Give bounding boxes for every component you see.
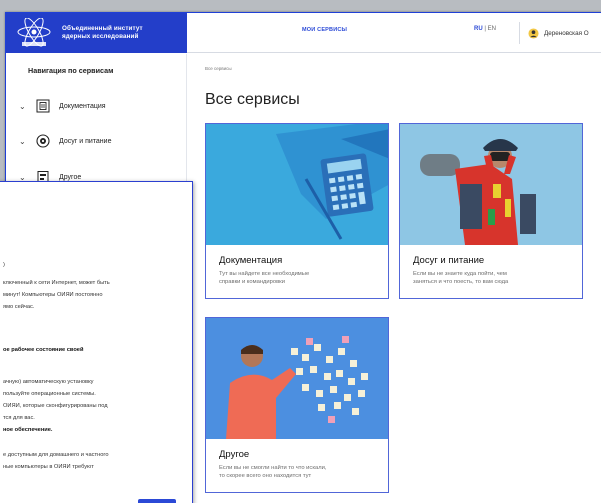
info-heading-line: ное обеспечение.: [3, 427, 53, 433]
info-text-line: ОИЯИ, которые сконфигурированы под: [3, 403, 108, 409]
documentation-image: [206, 124, 388, 245]
language-switcher: RU | EN: [474, 26, 496, 32]
sidebar-item-label: Другое: [59, 173, 82, 181]
card-description-line: Тут вы найдете все необходимые: [219, 271, 310, 277]
card-description-line: Если вы не смогли найти то что искали,: [219, 465, 327, 471]
document-icon: [36, 99, 50, 113]
calculator-illustration: [206, 124, 388, 245]
logo-line-2: ядерных исследований: [62, 33, 139, 40]
dialog-button[interactable]: [138, 499, 176, 503]
card-description-line: справки и командировки: [219, 279, 285, 285]
sidebar-item-leisure[interactable]: ⌄ Досуг и питание: [19, 134, 111, 148]
logo[interactable]: Объединенный институт ядерных исследован…: [6, 13, 187, 53]
sidebar-item-documentation[interactable]: ⌄ Документация: [19, 99, 106, 113]
sidebar-title: Навигация по сервисам: [28, 66, 114, 75]
card-description-line: Если вы не знаете куда пойти, чем: [413, 271, 507, 277]
chevron-down-icon[interactable]: ⌄: [19, 102, 27, 111]
logo-line-1: Объединенный институт: [62, 25, 143, 32]
leisure-image: [400, 124, 582, 245]
lang-ru[interactable]: RU: [474, 26, 483, 32]
sticky-notes-illustration: [206, 318, 388, 439]
card-title: Документация: [219, 255, 283, 266]
info-text-line: е доступным для домашнего и частного: [3, 452, 109, 458]
info-window: ) ключенный к сети Интернет, может быть …: [0, 181, 193, 503]
logo-text: Объединенный институт ядерных исследован…: [62, 25, 143, 41]
info-text-line: ямо сейчас.: [3, 304, 35, 310]
card-description-line: заняться и что поесть, то вам сюда: [413, 279, 509, 285]
top-bar: Объединенный институт ядерных исследован…: [6, 13, 601, 53]
leisure-icon: [36, 134, 50, 148]
card-description: Тут вы найдете все необходимые справки и…: [219, 270, 379, 286]
my-services-link[interactable]: МОИ СЕРВИСЫ: [302, 27, 347, 33]
info-text-line: тся для вас.: [3, 415, 35, 421]
service-card-other[interactable]: Другое Если вы не смогли найти то что ис…: [205, 317, 389, 493]
info-text-line: минут! Компьютеры ОИЯИ постоянно: [3, 292, 103, 298]
desktop: Объединенный институт ядерных исследован…: [0, 0, 601, 503]
hiker-illustration: [400, 124, 582, 245]
jinr-emblem-icon: [17, 18, 51, 47]
card-description-line: то скорее всего оно находится тут: [219, 473, 312, 479]
info-text-line: ные компьютеры в ОИЯИ требуют: [3, 464, 94, 470]
info-text-line: ачную) автоматическую установку: [3, 379, 94, 385]
info-text-line: ): [3, 262, 5, 268]
card-title: Другое: [219, 449, 250, 460]
sidebar-item-label: Досуг и питание: [59, 137, 112, 145]
user-menu[interactable]: Дереновская О: [519, 22, 589, 44]
other-image: [206, 318, 388, 439]
card-description: Если вы не знаете куда пойти, чем занять…: [413, 270, 573, 286]
lang-en[interactable]: EN: [488, 26, 496, 32]
service-card-leisure[interactable]: Досуг и питание Если вы не знаете куда п…: [399, 123, 583, 299]
info-text-line: ключенный к сети Интернет, может быть: [3, 280, 110, 286]
page-title: Все сервисы: [205, 91, 300, 108]
chevron-down-icon[interactable]: ⌄: [19, 137, 27, 146]
info-heading-line: ое рабочее состояние своей: [3, 347, 84, 353]
breadcrumb[interactable]: Все сервисы: [205, 66, 232, 71]
service-card-documentation[interactable]: Документация Тут вы найдете все необходи…: [205, 123, 389, 299]
card-description: Если вы не смогли найти то что искали, т…: [219, 464, 379, 480]
card-title: Досуг и питание: [413, 255, 485, 266]
user-avatar-icon: [528, 27, 539, 39]
user-name: Дереновская О: [544, 29, 589, 37]
info-text-line: пользуйте операционные системы.: [3, 391, 96, 397]
sidebar-item-label: Документация: [59, 102, 106, 110]
